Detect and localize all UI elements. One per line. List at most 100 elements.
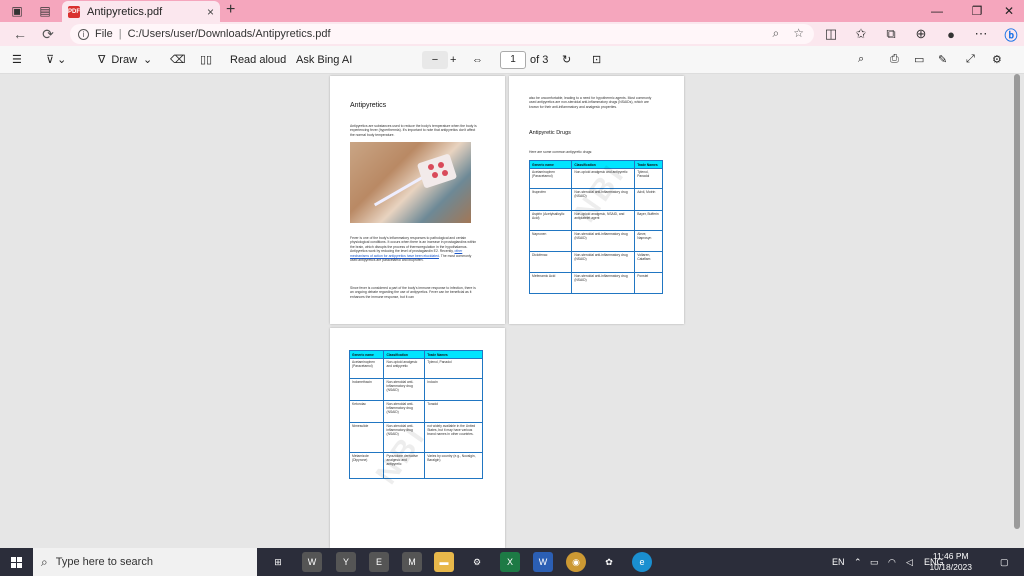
fullscreen-icon[interactable]: ⤢ xyxy=(960,46,981,74)
save-icon[interactable]: ▭ xyxy=(908,46,930,74)
page-total: of 3 xyxy=(530,53,549,66)
volume-icon[interactable]: ◁ xyxy=(906,548,913,576)
drugs-intro: Here are some common antipyretic drugs: xyxy=(529,150,593,154)
ask-bing-button[interactable]: Ask Bing AI xyxy=(290,46,358,74)
settings-gear-icon[interactable]: ⚙ xyxy=(986,46,1008,74)
extensions-icon[interactable]: ⊕ xyxy=(906,26,936,42)
draw-icon: ∇ xyxy=(98,54,106,66)
settings-icon[interactable]: ⚙ xyxy=(467,552,487,572)
app-e-icon[interactable]: E xyxy=(369,552,389,572)
pdf-page-3: Generic name Classification Trade Names … xyxy=(330,328,505,548)
eraser-icon[interactable]: ⌫ xyxy=(164,46,192,74)
intro-paragraph: Antipyretics are substances used to redu… xyxy=(350,124,477,137)
clock-date: 10/18/2023 xyxy=(929,562,972,572)
pdf-page-1: Antipyretics Antipyretics are substances… xyxy=(330,76,505,324)
fever-paragraph: Fever is one of the body's inflammatory … xyxy=(350,236,477,263)
network-icon[interactable]: ▭ xyxy=(870,548,879,576)
drugs-heading: Antipyretic Drugs xyxy=(529,130,571,136)
table-row: Mefenamic Acid Non-steroidal anti-inflamm… xyxy=(528,272,663,294)
page-view-icon[interactable]: ▯▯ xyxy=(194,46,218,74)
table-row: Ketorolac Non-steroidal anti-inflammatory… xyxy=(348,400,483,423)
start-button[interactable] xyxy=(0,548,32,576)
page-title: Antipyretics xyxy=(350,102,387,109)
rotate-icon[interactable]: ↻ xyxy=(556,46,577,74)
contents-icon[interactable]: ☰ xyxy=(6,46,28,74)
continued-paragraph: also be uncomfortable, leading to a need… xyxy=(529,96,652,109)
chrome-icon[interactable]: ◉ xyxy=(566,552,586,572)
table-row: Diclofenac Non-steroidal anti-inflammator… xyxy=(528,251,663,273)
address-path: C:/Users/user/Downloads/Antipyretics.pdf xyxy=(127,28,331,40)
draw-label: Draw xyxy=(111,53,138,66)
file-explorer-icon[interactable]: ▬ xyxy=(434,552,454,572)
more-menu-icon[interactable]: ⋯ xyxy=(966,26,996,42)
fit-page-icon[interactable]: ⇔ xyxy=(466,46,489,74)
refresh-button[interactable]: ⟳ xyxy=(34,22,62,46)
profile-avatar-icon[interactable]: ● xyxy=(936,27,966,42)
taskbar-search[interactable]: ⌕ Type here to search xyxy=(33,548,257,576)
minimize-button[interactable]: — xyxy=(920,0,954,22)
bing-copilot-icon[interactable]: ⓑ xyxy=(996,25,1024,44)
highlight-icon[interactable]: ⊽ ⌄ xyxy=(40,46,72,74)
collections-icon[interactable]: ⧉ xyxy=(876,26,906,42)
draw-button[interactable]: ∇ Draw ⌄ xyxy=(92,46,158,74)
chevron-down-icon: ⌄ xyxy=(143,54,153,66)
print-icon[interactable]: ⎙ xyxy=(884,46,905,74)
tab-bar: ▣ ▤ PDF Antipyretics.pdf × + — ❐ ✕ xyxy=(0,0,1024,22)
favorite-star-icon[interactable]: ☆ xyxy=(793,26,804,41)
browser-toolbar-icons: ◫ ✩ ⧉ ⊕ ● ⋯ ⓑ xyxy=(816,22,1024,46)
pills-photo xyxy=(350,142,471,223)
edge-icon[interactable]: e xyxy=(632,552,652,572)
find-icon[interactable]: ⌕ xyxy=(852,46,870,74)
col-trade: Trade Names xyxy=(424,350,483,359)
tab-actions-icon[interactable]: ▤ xyxy=(32,0,58,22)
table-row: Naproxen Non-steroidal anti-inflammatory … xyxy=(528,230,663,252)
zoom-in-button[interactable]: + xyxy=(444,46,462,74)
close-window-button[interactable]: ✕ xyxy=(992,0,1024,22)
excel-icon[interactable]: X xyxy=(500,552,520,572)
pdf-toolbar: ☰ ⊽ ⌄ ∇ Draw ⌄ ⌫ ▯▯ Read aloud Ask Bing … xyxy=(0,46,1024,74)
search-placeholder: Type here to search xyxy=(55,556,153,568)
split-screen-icon[interactable]: ◫ xyxy=(816,26,846,42)
col-generic: Generic name xyxy=(348,350,385,359)
tab-antipyretics[interactable]: PDF Antipyretics.pdf × xyxy=(62,1,220,22)
notifications-icon[interactable]: ▢ xyxy=(1000,548,1009,576)
two-page-icon[interactable]: ⊡ xyxy=(586,46,607,74)
table-row: Indomethacin Non-steroidal anti-inflammat… xyxy=(348,378,483,401)
pdf-viewer[interactable]: Antipyretics Antipyretics are substances… xyxy=(0,74,1024,548)
table-row: Acetaminophen (Paracetamol) Non-opioid an… xyxy=(348,358,483,379)
maximize-button[interactable]: ❐ xyxy=(960,0,994,22)
app-m-icon[interactable]: M xyxy=(402,552,422,572)
app-y-icon[interactable]: Y xyxy=(336,552,356,572)
app-w-icon[interactable]: W xyxy=(302,552,322,572)
clock-time: 11:46 PM xyxy=(932,551,969,561)
col-generic: Generic name xyxy=(528,160,573,169)
vertical-scrollbar[interactable] xyxy=(1014,74,1020,529)
col-trade: Trade Names xyxy=(634,160,663,169)
task-view-icon[interactable]: ⊞ xyxy=(268,552,288,572)
read-aloud-button[interactable]: Read aloud xyxy=(224,46,292,74)
address-scheme: File xyxy=(95,28,113,40)
workspaces-icon[interactable]: ▣ xyxy=(4,0,30,22)
pdf-page-2: also be uncomfortable, leading to a need… xyxy=(509,76,684,324)
input-lang-short[interactable]: EN xyxy=(832,548,845,576)
col-classification: Classification xyxy=(383,350,426,359)
save-as-icon[interactable]: ✎ xyxy=(932,46,953,74)
pdf-icon: PDF xyxy=(68,5,80,18)
debate-paragraph: Since fever is considered a part of the … xyxy=(350,286,476,299)
address-separator: | xyxy=(118,28,122,40)
clock[interactable]: 11:46 PM 10/18/2023 xyxy=(929,551,972,573)
address-bar[interactable]: i File | C:/Users/user/Downloads/Antipyr… xyxy=(70,24,814,44)
word-icon[interactable]: W xyxy=(533,552,553,572)
tab-title: Antipyretics.pdf xyxy=(87,5,163,18)
paint-icon[interactable]: ✿ xyxy=(599,552,619,572)
info-icon[interactable]: i xyxy=(78,28,89,40)
zoom-icon[interactable]: ⌕ xyxy=(773,26,780,41)
wifi-icon[interactable]: ◠ xyxy=(888,548,896,576)
tray-chevron-icon[interactable]: ⌃ xyxy=(854,548,862,576)
new-tab-button[interactable]: + xyxy=(226,1,235,19)
taskbar: ⌕ Type here to search ⊞ W Y E M ▬ ⚙ X W … xyxy=(0,548,1024,576)
back-button[interactable]: ← xyxy=(6,22,34,46)
search-icon: ⌕ xyxy=(41,554,48,569)
favorites-icon[interactable]: ✩ xyxy=(846,26,876,42)
tab-close-button[interactable]: × xyxy=(207,5,214,19)
